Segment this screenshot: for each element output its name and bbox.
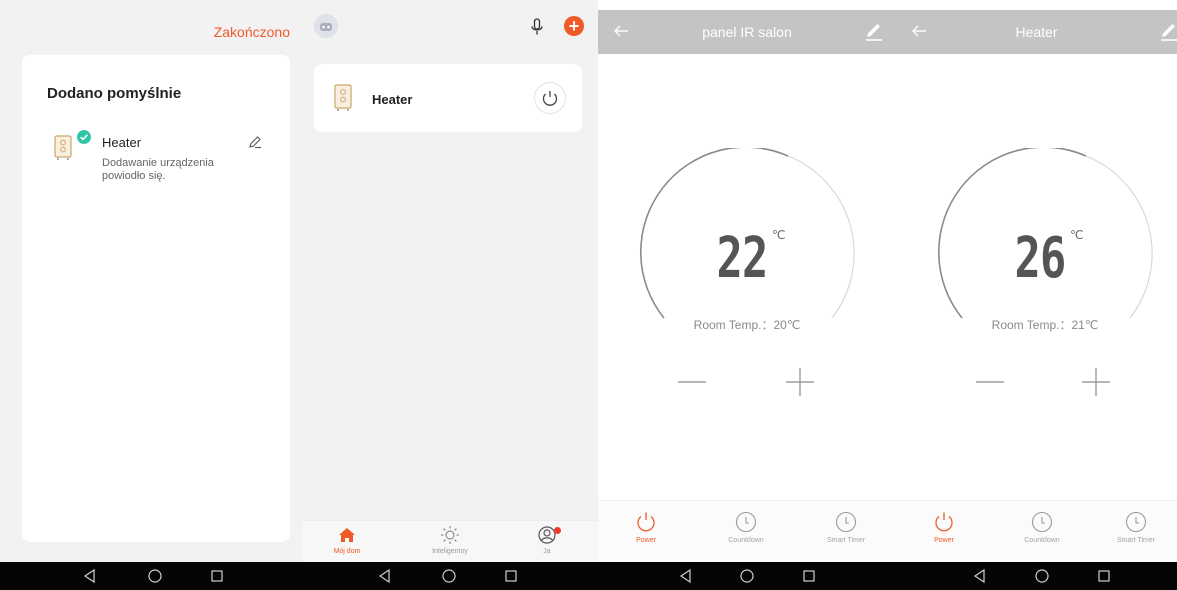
decrease-temperature-button[interactable] xyxy=(976,368,1004,396)
power-icon xyxy=(935,512,953,532)
decrease-temperature-button[interactable] xyxy=(678,368,706,396)
tab-my-home[interactable]: Mój dom xyxy=(302,525,392,555)
clock-icon xyxy=(1125,511,1147,533)
add-device-button[interactable]: + xyxy=(564,16,584,36)
control-label: Countdown xyxy=(1024,537,1060,544)
header-bar: Heater xyxy=(896,10,1177,54)
home-screen: + Heater Mój dom Inteligentny Ja xyxy=(302,0,598,590)
pencil-icon[interactable] xyxy=(248,135,262,149)
temperature-unit: ℃ xyxy=(1070,228,1084,242)
system-navigation-bar xyxy=(302,562,598,590)
control-label: Smart Timer xyxy=(826,537,866,544)
back-nav-icon[interactable] xyxy=(82,568,98,584)
tab-label: Ja xyxy=(543,548,551,555)
home-icon xyxy=(339,528,355,542)
tab-me[interactable]: Ja xyxy=(502,525,592,555)
device-added-screen: Zakończono Dodano pomyślnie Heater Dodaw… xyxy=(0,0,302,590)
power-icon xyxy=(542,91,558,106)
added-device-card: Dodano pomyślnie Heater Dodawanie urządz… xyxy=(22,55,290,542)
bottom-tab-bar: Mój dom Inteligentny Ja xyxy=(302,520,598,562)
recent-apps-icon[interactable] xyxy=(1096,568,1112,584)
pencil-icon[interactable] xyxy=(864,22,884,42)
device-name: Heater xyxy=(372,92,413,107)
control-bar: Power Countdown Smart Timer xyxy=(598,500,896,562)
back-nav-icon[interactable] xyxy=(972,568,988,584)
clock-icon xyxy=(1031,511,1053,533)
tab-label: Mój dom xyxy=(333,548,361,555)
heater-icon xyxy=(334,84,352,111)
countdown-button[interactable]: Countdown xyxy=(706,511,786,544)
power-button[interactable]: Power xyxy=(904,511,984,544)
temperature-unit: ℃ xyxy=(772,228,786,242)
smart-timer-button[interactable]: Smart Timer xyxy=(1096,511,1176,544)
check-icon xyxy=(77,130,91,144)
device-status-text: Dodawanie urządzenia powiodło się. xyxy=(102,157,214,182)
done-button[interactable]: Zakończono xyxy=(214,24,290,40)
ir-panel-control-screen: panel IR salon 22 ℃ Room Temp.：20℃ Power xyxy=(598,0,896,590)
recent-apps-icon[interactable] xyxy=(503,568,519,584)
robot-avatar-icon[interactable] xyxy=(314,14,338,38)
control-label: Smart Timer xyxy=(1116,537,1156,544)
smart-timer-button[interactable]: Smart Timer xyxy=(806,511,886,544)
home-nav-icon[interactable] xyxy=(441,568,457,584)
power-toggle-button[interactable] xyxy=(534,82,566,114)
room-temperature-label: Room Temp.：20℃ xyxy=(693,318,801,332)
device-card-heater[interactable]: Heater xyxy=(314,64,582,132)
recent-apps-icon[interactable] xyxy=(801,568,817,584)
heater-control-screen: Heater 26 ℃ Room Temp.：21℃ Power Countdo… xyxy=(896,0,1177,590)
tab-label: Inteligentny xyxy=(432,548,468,555)
control-label: Countdown xyxy=(728,537,764,544)
back-nav-icon[interactable] xyxy=(377,568,393,584)
clock-icon xyxy=(735,511,757,533)
clock-icon xyxy=(835,511,857,533)
system-navigation-bar xyxy=(0,562,302,590)
sun-icon xyxy=(441,526,459,544)
notification-dot xyxy=(554,527,561,534)
pencil-icon[interactable] xyxy=(1159,22,1177,42)
home-nav-icon[interactable] xyxy=(1034,568,1050,584)
system-navigation-bar xyxy=(598,562,896,590)
control-label: Power xyxy=(636,537,656,544)
room-temperature-label: Room Temp.：21℃ xyxy=(991,318,1099,332)
power-icon xyxy=(637,512,655,532)
device-name: Heater xyxy=(102,135,142,150)
heater-icon xyxy=(54,135,72,160)
back-nav-icon[interactable] xyxy=(678,568,694,584)
increase-temperature-button[interactable] xyxy=(786,368,814,396)
microphone-icon[interactable] xyxy=(530,18,544,36)
power-button[interactable]: Power xyxy=(606,511,686,544)
recent-apps-icon[interactable] xyxy=(209,568,225,584)
header-bar: panel IR salon xyxy=(598,10,896,54)
page-title: panel IR salon xyxy=(702,24,792,40)
home-nav-icon[interactable] xyxy=(739,568,755,584)
control-label: Power xyxy=(934,537,954,544)
home-nav-icon[interactable] xyxy=(147,568,163,584)
system-navigation-bar xyxy=(896,562,1177,590)
page-title: Heater xyxy=(1015,24,1058,40)
increase-temperature-button[interactable] xyxy=(1082,368,1110,396)
success-title: Dodano pomyślnie xyxy=(47,85,182,102)
countdown-button[interactable]: Countdown xyxy=(1002,511,1082,544)
tab-smart[interactable]: Inteligentny xyxy=(405,525,495,555)
control-bar: Power Countdown Smart Timer xyxy=(896,500,1177,562)
